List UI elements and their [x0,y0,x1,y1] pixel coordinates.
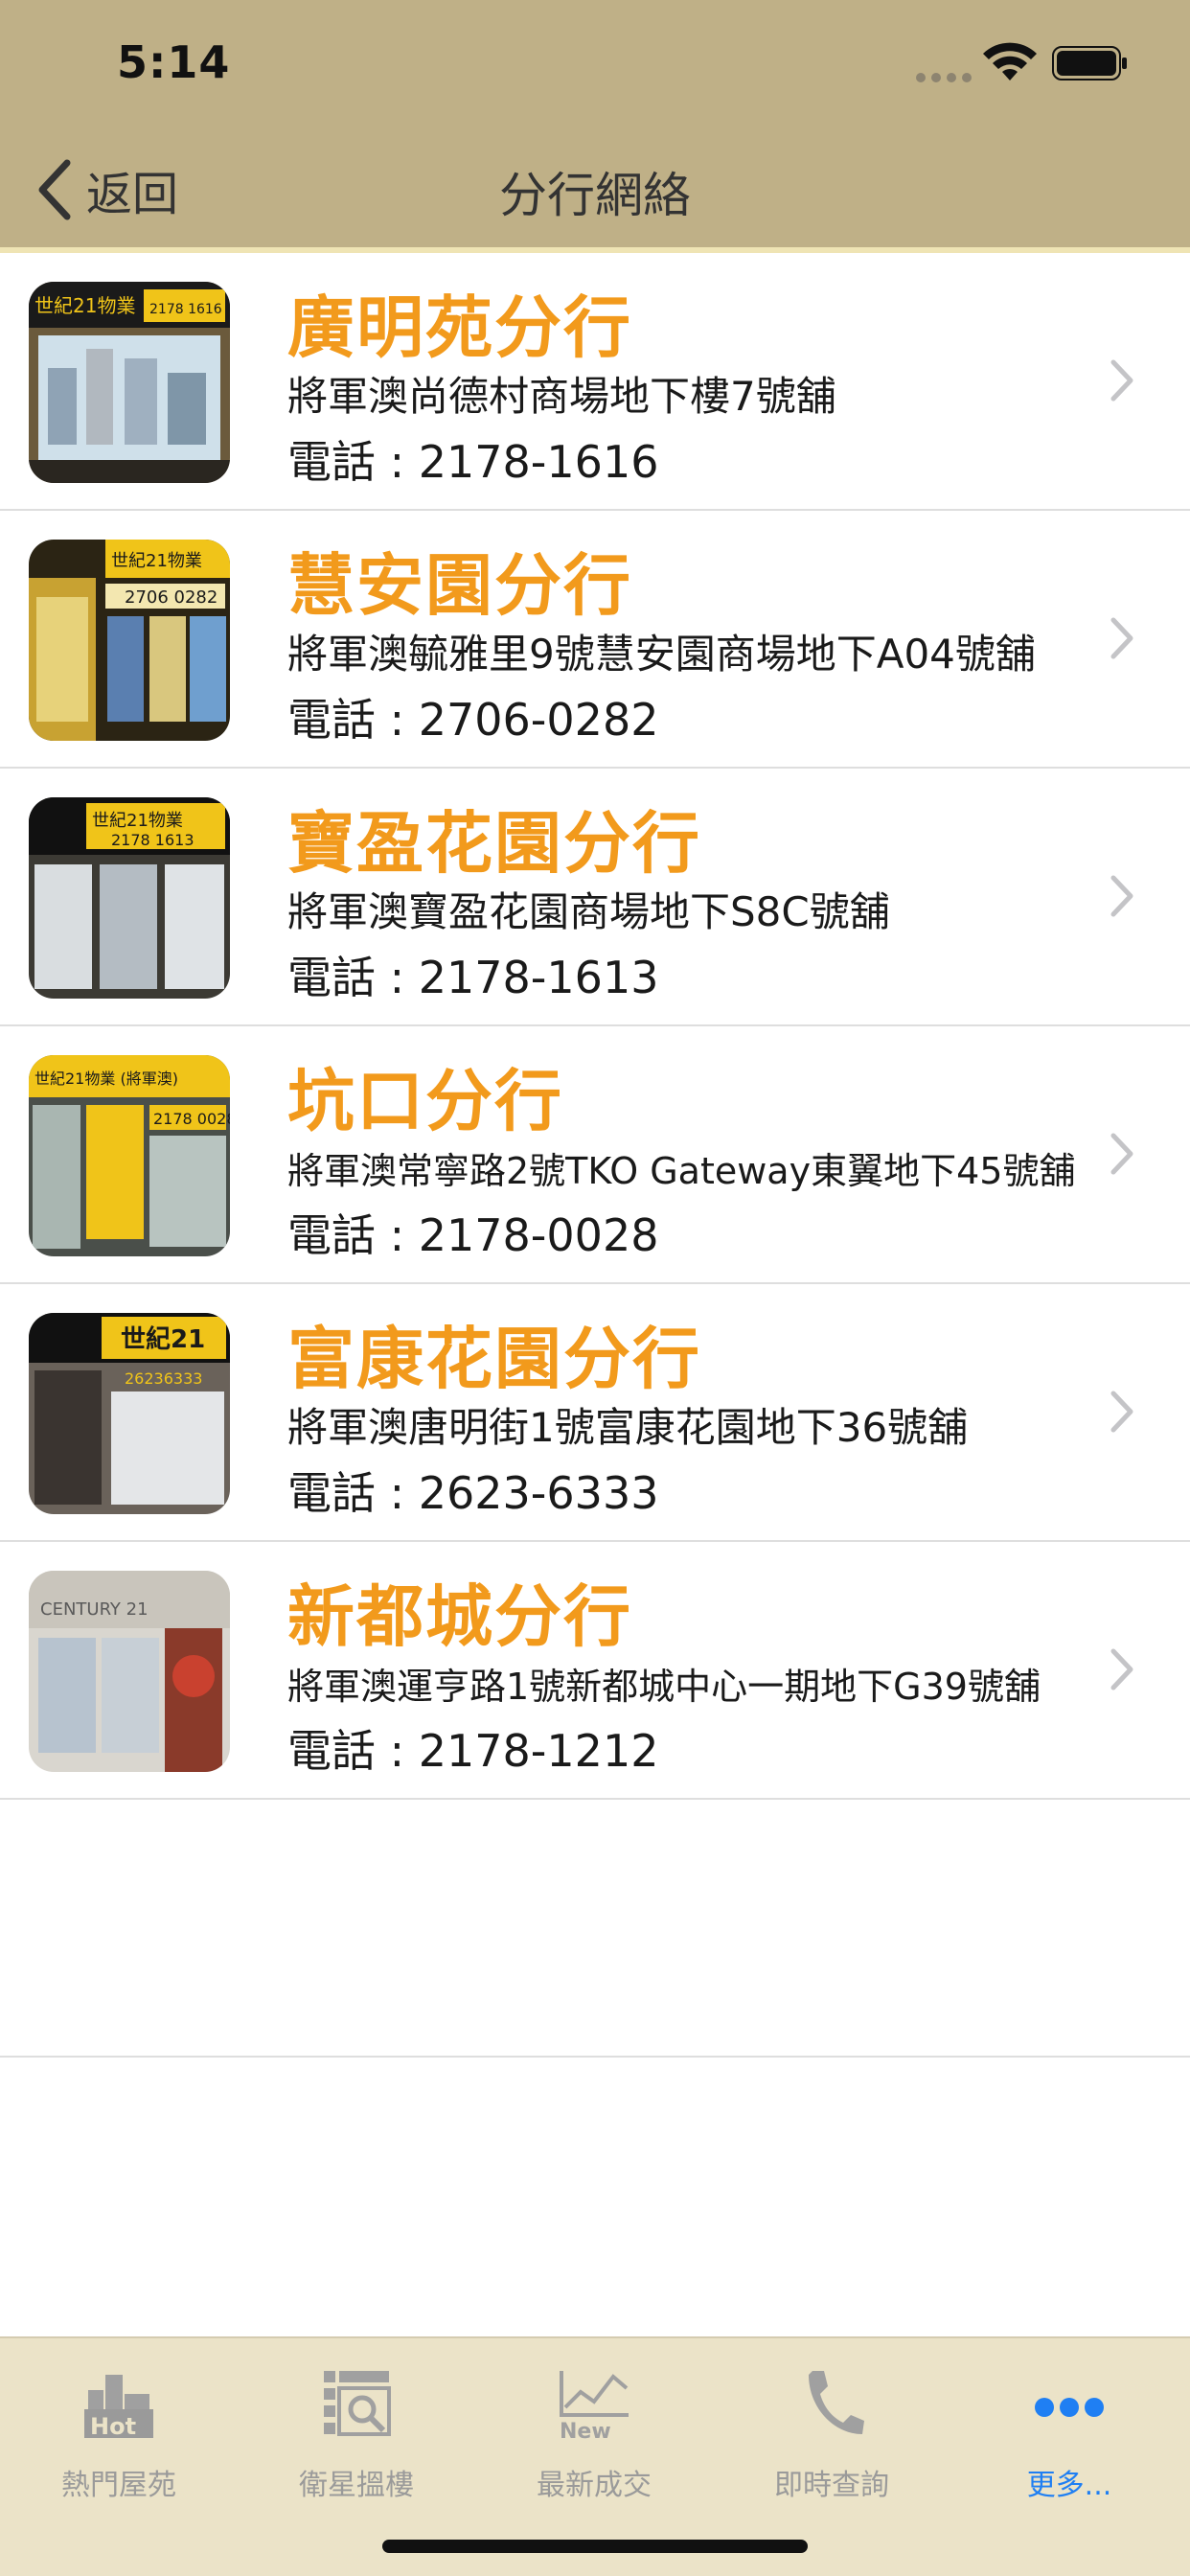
new-transactions-chart-icon: New [560,2371,629,2442]
photo-phone-text: 2178 1616 [149,302,222,317]
branch-address: 將軍澳常寧路2號TKO Gateway東翼地下45號舖 [287,1150,1076,1192]
chevron-right-icon [1110,875,1133,917]
branch-photo: 世紀21物業 2178 1613 [29,797,230,999]
chevron-right-icon [1110,1648,1133,1690]
svg-text:Hot: Hot [90,2413,136,2440]
branch-row[interactable]: 世紀21物業 2178 1613 寶盈花園分行 將軍澳寶盈花園商場地下S8C號舖… [0,769,1190,1026]
tab-instant-enquiry[interactable]: 即時查詢 [713,2352,950,2524]
more-dots-icon [1035,2398,1104,2417]
branch-row[interactable]: 世紀21物業 (將軍澳) 2178 0028 坑口分行 將軍澳常寧路2號TKO … [0,1026,1190,1284]
photo-sign-text: 世紀21物業 [92,811,183,831]
tab-label: 衛星搵樓 [299,2469,414,2502]
tab-label: 更多... [1026,2469,1112,2502]
home-indicator [382,2540,808,2553]
branch-photo: 世紀21物業 (將軍澳) 2178 0028 [29,1055,230,1256]
tab-satellite-search[interactable]: 衛星搵樓 [238,2352,475,2524]
branch-phone: 電話 : 2178-1613 [287,952,659,1003]
svg-text:New: New [560,2420,611,2442]
photo-sign-text: CENTURY 21 [40,1599,149,1620]
branch-name: 坑口分行 [287,1062,563,1140]
empty-row [0,1800,1190,2058]
cellular-signal-icon [916,73,972,82]
branch-phone: 電話 : 2178-0028 [287,1209,659,1261]
branch-list: 世紀21物業 2178 1616 廣明苑分行 將軍澳尚德村商場地下樓7號舖 電話… [0,253,1190,2058]
battery-icon [1052,46,1127,80]
tab-more[interactable]: 更多... [950,2352,1188,2524]
branch-row[interactable]: 世紀21 26236333 富康花園分行 將軍澳唐明街1號富康花園地下36號舖 … [0,1284,1190,1542]
branch-photo: 世紀21 26236333 [29,1313,230,1514]
branch-photo: 世紀21物業 2178 1616 [29,282,230,483]
tab-latest-transactions[interactable]: New 最新成交 [475,2352,713,2524]
photo-sign-text: 世紀21 [121,1324,205,1354]
hot-buildings-icon: Hot [84,2375,153,2440]
branch-photo: 世紀21物業 2706 0282 [29,540,230,741]
branch-name: 寶盈花園分行 [287,804,701,883]
photo-sign-text: 世紀21物業 [111,551,202,571]
chevron-right-icon [1110,617,1133,659]
tab-hot-estates[interactable]: Hot 熱門屋苑 [0,2352,238,2524]
branch-name: 慧安園分行 [287,546,632,625]
photo-sign-text: 世紀21物業 [34,294,135,317]
status-time: 5:14 [117,36,231,88]
branch-name: 廣明苑分行 [287,288,632,367]
tab-label: 即時查詢 [774,2469,889,2502]
chevron-right-icon [1110,1133,1133,1175]
branch-row[interactable]: 世紀21物業 2706 0282 慧安園分行 將軍澳毓雅里9號慧安園商場地下A0… [0,511,1190,769]
branch-address: 將軍澳毓雅里9號慧安園商場地下A04號舖 [287,631,1036,678]
branch-row[interactable]: 世紀21物業 2178 1616 廣明苑分行 將軍澳尚德村商場地下樓7號舖 電話… [0,253,1190,511]
satellite-search-icon [324,2371,391,2436]
wifi-icon [983,42,1037,80]
branch-name: 富康花園分行 [287,1320,701,1398]
chevron-right-icon [1110,1391,1133,1433]
photo-sign-text: 世紀21物業 (將軍澳) [34,1070,178,1088]
photo-phone-text: 2178 1613 [111,831,195,849]
branch-phone: 電話 : 2178-1616 [287,436,659,488]
branch-phone: 電話 : 2706-0282 [287,694,659,746]
tab-label: 熱門屋苑 [61,2469,176,2502]
chevron-right-icon [1110,359,1133,402]
branch-row[interactable]: CENTURY 21 新都城分行 將軍澳運亨路1號新都城中心一期地下G39號舖 … [0,1542,1190,1800]
photo-phone-text: 2706 0282 [125,587,217,608]
branch-photo: CENTURY 21 [29,1571,230,1772]
branch-address: 將軍澳尚德村商場地下樓7號舖 [287,373,836,420]
branch-address: 將軍澳運亨路1號新都城中心一期地下G39號舖 [287,1666,1041,1708]
phone-icon [809,2371,864,2434]
app-screen: 5:14 返回 分行網絡 世紀21物業 2178 1616 廣明苑分行 將軍澳尚… [0,0,1190,2576]
tab-label: 最新成交 [537,2469,652,2502]
branch-address: 將軍澳唐明街1號富康花園地下36號舖 [287,1404,969,1451]
branch-name: 新都城分行 [287,1577,632,1656]
page-title: 分行網絡 [499,168,691,223]
branch-address: 將軍澳寶盈花園商場地下S8C號舖 [287,888,890,935]
branch-phone: 電話 : 2623-6333 [287,1467,659,1519]
branch-phone: 電話 : 2178-1212 [287,1725,659,1777]
photo-phone-text: 2178 0028 [153,1110,230,1128]
photo-phone-text: 26236333 [125,1369,202,1388]
